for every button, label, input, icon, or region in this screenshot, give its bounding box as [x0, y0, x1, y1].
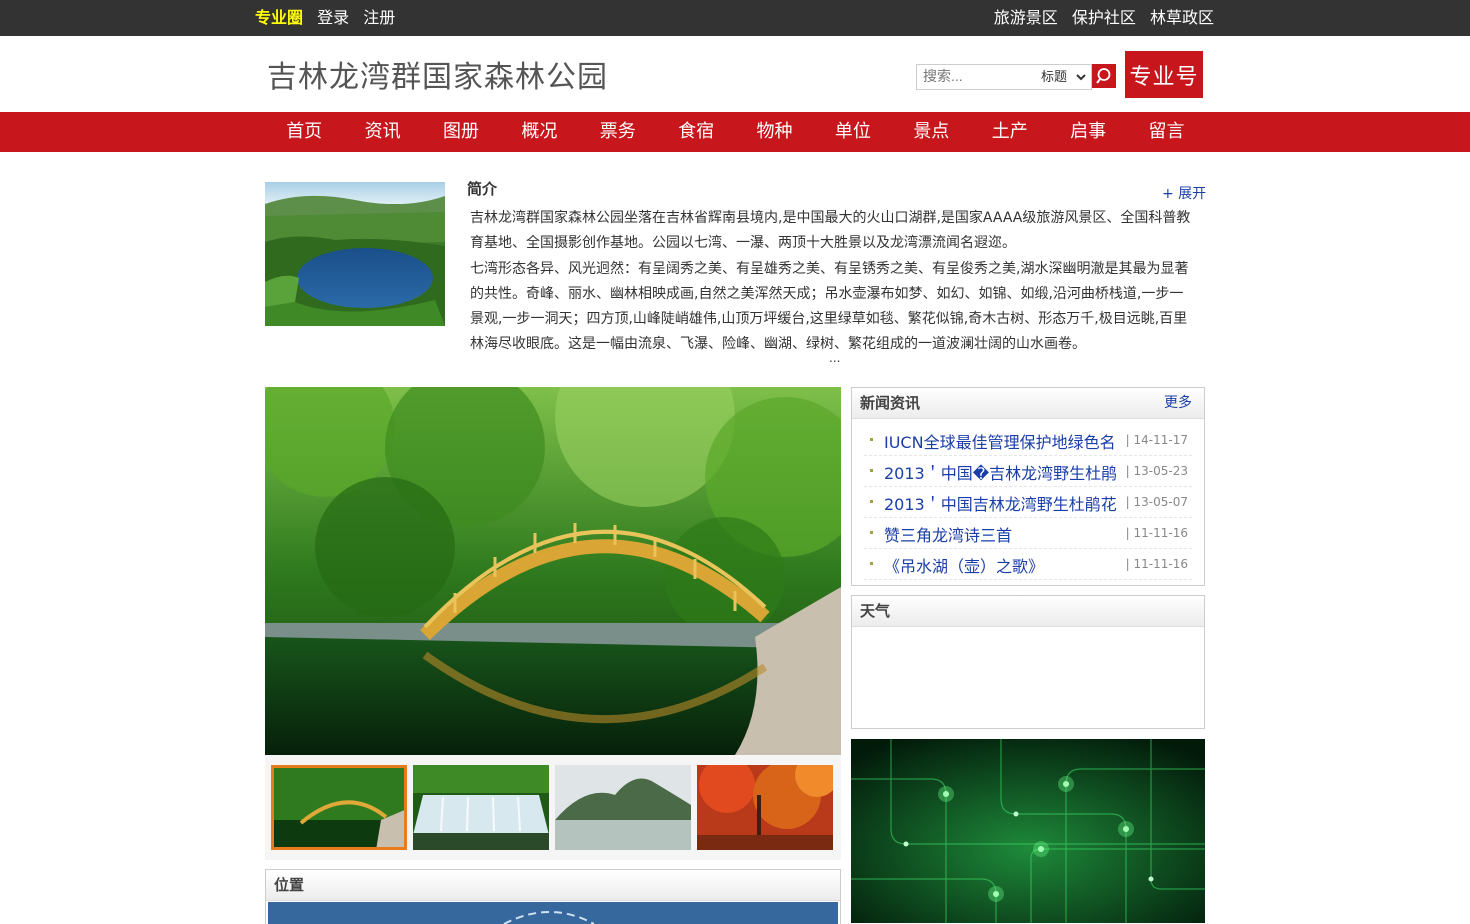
search-button[interactable] [1092, 64, 1116, 88]
top-bar: 专业圈 登录 注册 旅游景区 保护社区 林草政区 [0, 0, 1470, 36]
news-item-date: | 14-11-17 [1125, 433, 1188, 447]
top-bar-left: 专业圈 登录 注册 [255, 0, 404, 36]
nav-item-news[interactable]: 资讯 [343, 112, 421, 152]
weather-box: 天气 [851, 595, 1205, 729]
nav-item-units[interactable]: 单位 [814, 112, 892, 152]
main-slideshow-image[interactable] [265, 387, 841, 755]
search-icon [1096, 68, 1111, 84]
news-item: 赞三角龙湾诗三首 | 11-11-16 [864, 518, 1192, 549]
news-list: IUCN全球最佳管理保护地绿色名 | 14-11-17 2013＇中国�吉林龙湾… [864, 425, 1192, 580]
weather-title: 天气 [852, 596, 1204, 627]
advertisement-banner[interactable] [851, 739, 1205, 923]
news-item-date: | 11-11-16 [1125, 557, 1188, 571]
top-bar-right: 旅游景区 保护社区 林草政区 [985, 0, 1214, 36]
search-scope-select[interactable]: 标题 [1037, 67, 1089, 87]
nav-item-local-products[interactable]: 土产 [971, 112, 1049, 152]
link-scenic-area[interactable]: 旅游景区 [994, 8, 1058, 27]
news-item-title[interactable]: 赞三角龙湾诗三首 [884, 522, 1119, 546]
login-link[interactable]: 登录 [317, 8, 349, 27]
bullet-icon [870, 562, 873, 565]
bullet-icon [870, 469, 873, 472]
news-item: IUCN全球最佳管理保护地绿色名 | 14-11-17 [864, 425, 1192, 456]
news-more-link[interactable]: 更多 [1164, 388, 1192, 418]
nav-item-food-lodging[interactable]: 食宿 [657, 112, 735, 152]
intro-title: 简介 [467, 180, 498, 198]
intro-paragraph-2: 七湾形态各异、风光迥然：有呈阔秀之美、有呈雄秀之美、有呈锈秀之美、有呈俊秀之美,… [470, 260, 1189, 353]
pro-account-badge[interactable]: 专业号 [1125, 51, 1203, 98]
thumbnail-bridge[interactable] [271, 765, 407, 850]
news-item: 2013＇中国吉林龙湾野生杜鹃花 | 13-05-07 [864, 487, 1192, 518]
nav-item-attractions[interactable]: 景点 [892, 112, 970, 152]
news-item: 2013＇中国�吉林龙湾野生杜鹃 | 13-05-23 [864, 456, 1192, 487]
nav-item-gallery[interactable]: 图册 [422, 112, 500, 152]
location-title: 位置 [266, 870, 840, 901]
bullet-icon [870, 531, 873, 534]
search-box: 标题 [916, 64, 1092, 90]
news-item-title[interactable]: 《吊水湖（壶）之歌》 [884, 553, 1119, 577]
news-box: 新闻资讯 更多 IUCN全球最佳管理保护地绿色名 | 14-11-17 2013… [851, 387, 1205, 586]
nav-item-species[interactable]: 物种 [735, 112, 813, 152]
main-nav: 首页 资讯 图册 概况 票务 食宿 物种 单位 景点 土产 启事 留言 [0, 112, 1470, 152]
site-title[interactable]: 吉林龙湾群国家森林公园 [267, 52, 608, 96]
intro-ellipsis: ... [829, 351, 841, 365]
news-item-title[interactable]: IUCN全球最佳管理保护地绿色名 [884, 429, 1119, 453]
thumbnail-strip [265, 755, 841, 860]
news-item: 《吊水湖（壶）之歌》 | 11-11-16 [864, 549, 1192, 580]
brand-link[interactable]: 专业圈 [255, 8, 303, 27]
news-item-date: | 13-05-07 [1125, 495, 1188, 509]
news-header: 新闻资讯 更多 [852, 388, 1204, 419]
intro-paragraph-1: 吉林龙湾群国家森林公园坐落在吉林省辉南县境内,是中国最大的火山口湖群,是国家AA… [470, 210, 1191, 252]
thumbnail-autumn-leaves[interactable] [697, 765, 833, 850]
thumbnail-waterfall[interactable] [413, 765, 549, 850]
news-item-date: | 11-11-16 [1125, 526, 1188, 540]
nav-item-home[interactable]: 首页 [265, 112, 343, 152]
nav-item-tickets[interactable]: 票务 [579, 112, 657, 152]
location-box: 位置 [265, 869, 841, 924]
nav-item-messages[interactable]: 留言 [1127, 112, 1205, 152]
link-protected-community[interactable]: 保护社区 [1072, 8, 1136, 27]
news-item-date: | 13-05-23 [1125, 464, 1188, 478]
intro-lake-image [265, 182, 445, 326]
nav-item-notices[interactable]: 启事 [1049, 112, 1127, 152]
intro-text: 吉林龙湾群国家森林公园坐落在吉林省辉南县境内,是中国最大的火山口湖群,是国家AA… [470, 206, 1192, 358]
link-forestry-region[interactable]: 林草政区 [1150, 8, 1214, 27]
intro-expand-link[interactable]: + 展开 [1162, 183, 1206, 203]
news-item-title[interactable]: 2013＇中国�吉林龙湾野生杜鹃 [884, 460, 1119, 484]
news-title: 新闻资讯 [860, 394, 921, 412]
bullet-icon [870, 438, 873, 441]
news-item-title[interactable]: 2013＇中国吉林龙湾野生杜鹃花 [884, 491, 1119, 515]
search-input[interactable] [917, 65, 1039, 87]
register-link[interactable]: 注册 [363, 8, 395, 27]
location-map[interactable] [268, 902, 838, 924]
bullet-icon [870, 500, 873, 503]
thumbnail-misty-peak[interactable] [555, 765, 691, 850]
nav-item-overview[interactable]: 概况 [500, 112, 578, 152]
